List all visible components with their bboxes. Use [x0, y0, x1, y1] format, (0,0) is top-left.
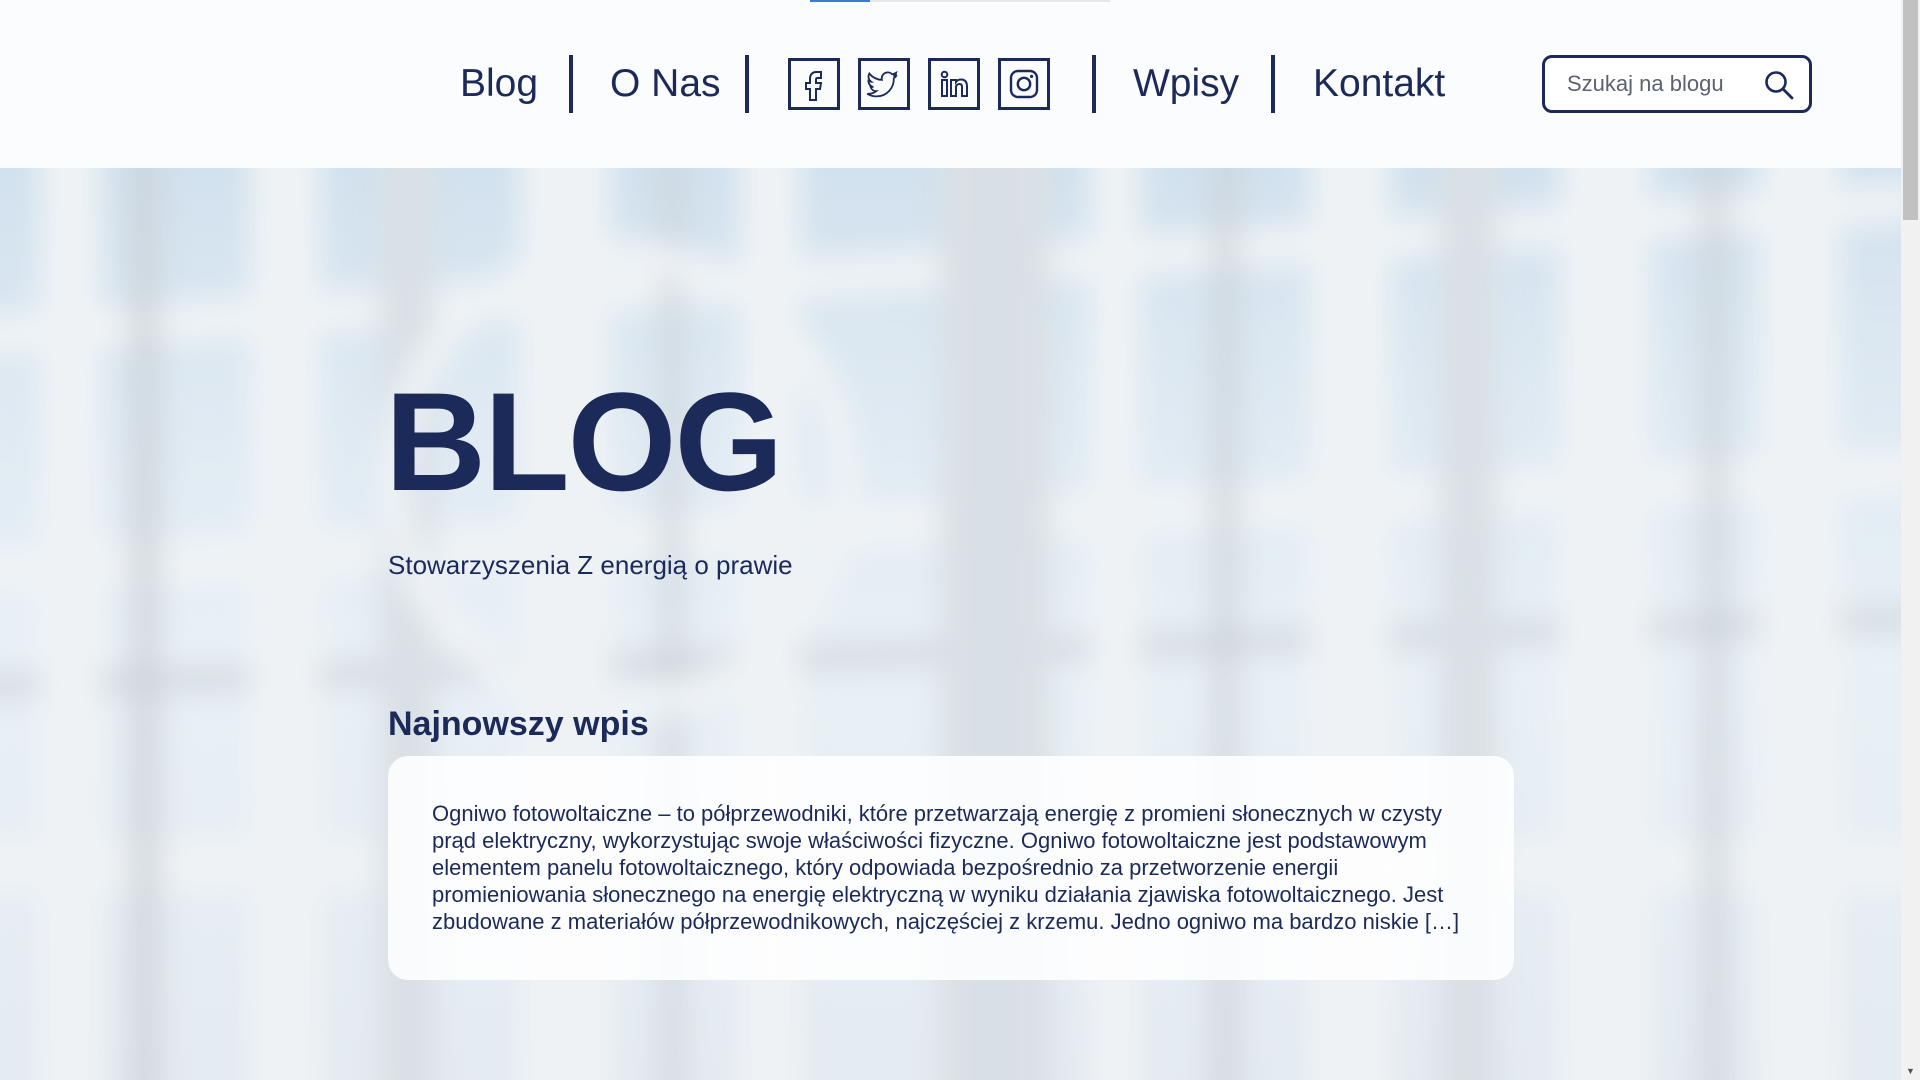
facebook-icon [805, 71, 823, 101]
latest-post-card[interactable]: Ogniwo fotowoltaiczne – to półprzewodnik… [388, 756, 1514, 980]
linkedin-icon [940, 70, 968, 97]
instagram-icon [1009, 69, 1039, 99]
latest-post-excerpt: Ogniwo fotowoltaiczne – to półprzewodnik… [432, 801, 1460, 934]
scroll-down-arrow-icon[interactable]: ▼ [1901, 1063, 1920, 1080]
instagram-link[interactable] [998, 58, 1050, 110]
top-progress-indicator [810, 0, 870, 2]
facebook-link[interactable] [788, 58, 840, 110]
page-scrollbar[interactable]: ▼ [1901, 0, 1920, 1080]
linkedin-link[interactable] [928, 58, 980, 110]
page-title: BLOG [385, 363, 783, 520]
twitter-icon [866, 70, 898, 98]
site-header: Blog O Nas Wpisy Kontakt [0, 0, 1901, 168]
search-icon [1765, 71, 1794, 100]
nav-link-o-nas[interactable]: O Nas [610, 58, 721, 110]
nav-divider [745, 55, 749, 113]
nav-divider [1271, 55, 1275, 113]
nav-link-wpisy[interactable]: Wpisy [1133, 58, 1239, 110]
page-subtitle: Stowarzyszenia Z energią o prawie [388, 550, 793, 580]
nav-link-kontakt[interactable]: Kontakt [1313, 58, 1445, 110]
scrollbar-thumb[interactable] [1903, 0, 1918, 220]
latest-post-heading: Najnowszy wpis [388, 705, 649, 743]
search-button[interactable] [1763, 69, 1795, 101]
nav-link-blog[interactable]: Blog [460, 58, 538, 110]
search-box [1542, 55, 1812, 113]
nav-divider [569, 55, 573, 113]
nav-divider [1092, 55, 1096, 113]
twitter-link[interactable] [858, 58, 910, 110]
search-input[interactable] [1567, 68, 1757, 100]
